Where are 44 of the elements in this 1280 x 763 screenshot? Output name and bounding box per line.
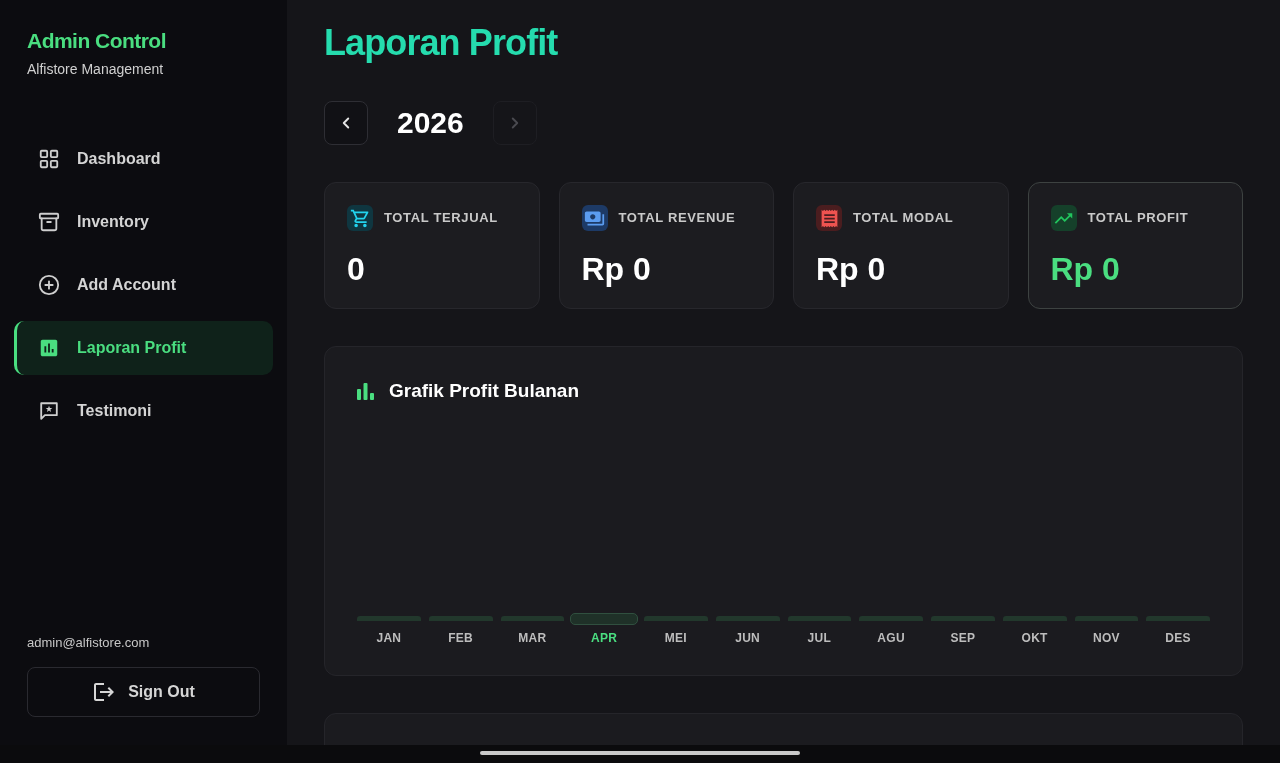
axis-label: MAR xyxy=(518,631,547,645)
axis-label: JUN xyxy=(735,631,761,645)
bar-chart-icon xyxy=(38,337,60,359)
axis-label: AGU xyxy=(877,631,905,645)
axis-label: JAN xyxy=(376,631,402,645)
axis-label: FEB xyxy=(448,631,474,645)
axis-label: MEI xyxy=(664,631,687,645)
stat-value: Rp 0 xyxy=(581,250,651,288)
plus-circle-icon xyxy=(38,274,60,296)
brand-subtitle: Alfistore Management xyxy=(27,60,164,79)
axis-label: OKT xyxy=(1021,631,1048,645)
stat-value: Rp 0 xyxy=(1050,250,1120,288)
page-title: Laporan Profit xyxy=(324,22,558,64)
stat-label: TOTAL MODAL xyxy=(853,209,954,227)
stat-label: TOTAL TERJUAL xyxy=(384,209,498,227)
brand-title: Admin Control xyxy=(27,29,166,53)
axis-label: APR xyxy=(591,631,618,645)
sign-out-button[interactable]: Sign Out xyxy=(27,667,260,717)
chart-title: Grafik Profit Bulanan xyxy=(389,378,580,403)
axis-label: DES xyxy=(1165,631,1191,645)
grid-icon xyxy=(38,148,60,170)
stat-label: TOTAL REVENUE xyxy=(618,209,736,227)
stat-value: Rp 0 xyxy=(816,250,886,288)
nav-item[interactable]: Dashboard xyxy=(14,132,273,186)
previous-year-button[interactable] xyxy=(324,101,368,145)
bar-chart-icon xyxy=(357,382,375,400)
trend-up-icon xyxy=(1050,205,1077,231)
nav-item[interactable]: Testimoni xyxy=(14,384,273,438)
receipt-icon xyxy=(816,205,842,231)
stat-value: 0 xyxy=(347,250,365,288)
nav-item[interactable]: Add Account xyxy=(14,258,273,312)
axis-label: JUL xyxy=(807,631,832,645)
year-label: 2026 xyxy=(397,105,464,141)
user-email: admin@alfistore.com xyxy=(27,634,150,652)
axis-label: SEP xyxy=(950,631,976,645)
axis-label: NOV xyxy=(1092,631,1120,645)
star-message-icon xyxy=(38,400,60,422)
sign-out-icon xyxy=(92,680,117,704)
stat-label: TOTAL PROFIT xyxy=(1087,209,1189,227)
cart-icon xyxy=(347,205,373,231)
money-icon xyxy=(581,205,608,231)
archive-box-icon xyxy=(38,211,60,233)
nav-item[interactable]: Laporan Profit xyxy=(14,321,273,375)
nav-item[interactable]: Inventory xyxy=(14,195,273,249)
